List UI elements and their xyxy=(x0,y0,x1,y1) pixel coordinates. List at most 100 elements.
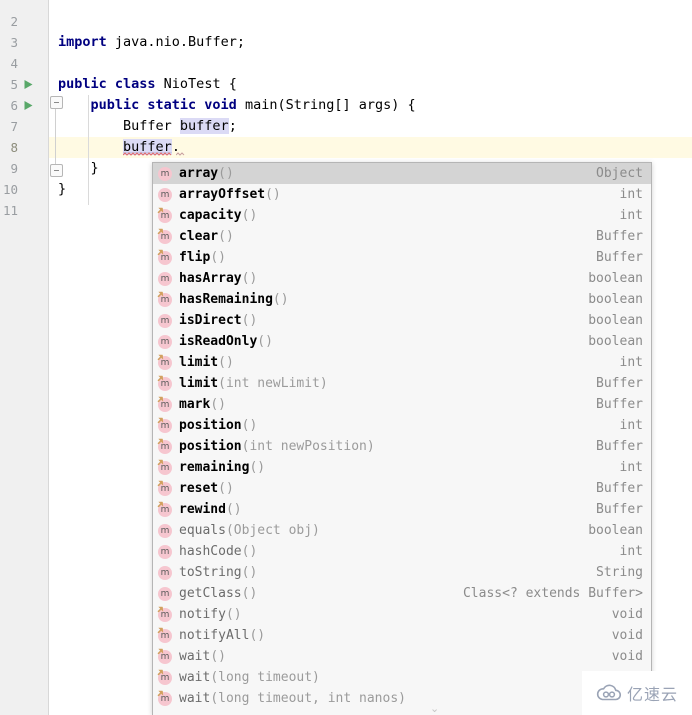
completion-item-signature: (long timeout, int nanos) xyxy=(210,691,406,706)
line-number: 9 xyxy=(10,161,18,176)
completion-item[interactable]: m limit() int xyxy=(153,352,651,373)
completion-item-signature: () xyxy=(218,481,234,496)
completion-item-name: wait xyxy=(179,691,211,706)
completion-item[interactable]: m position(int newPosition) Buffer xyxy=(153,436,651,457)
code-line[interactable]: } xyxy=(48,158,99,179)
method-icon: m xyxy=(157,670,173,686)
run-gutter-icon[interactable] xyxy=(22,74,35,95)
completion-item-signature: () xyxy=(241,208,258,223)
line-number: 3 xyxy=(10,35,18,50)
completion-item[interactable]: m getClass() Class<? extends Buffer> xyxy=(153,583,651,604)
completion-item[interactable]: m hasArray() boolean xyxy=(153,268,651,289)
completion-item[interactable]: m hasRemaining() boolean xyxy=(153,289,651,310)
completion-item[interactable]: m capacity() int xyxy=(153,205,651,226)
method-icon: m xyxy=(157,544,173,560)
completion-item-signature: () xyxy=(210,250,226,265)
completion-item[interactable]: m isDirect() boolean xyxy=(153,310,651,331)
completion-item[interactable]: m wait() void xyxy=(153,646,651,667)
method-glyph: m xyxy=(158,271,172,286)
method-icon: m xyxy=(157,355,173,371)
completion-item-label: limit() xyxy=(179,355,234,370)
completion-item-signature: () xyxy=(241,586,258,601)
completion-item-type: int xyxy=(619,544,643,559)
completion-item[interactable]: m clear() Buffer xyxy=(153,226,651,247)
method-icon: m xyxy=(157,502,173,518)
completion-item-type: boolean xyxy=(588,523,643,538)
completion-item[interactable]: m notifyAll() void xyxy=(153,625,651,646)
code-line[interactable]: public class NioTest { xyxy=(48,74,237,95)
completion-item[interactable]: m notify() void xyxy=(153,604,651,625)
editor-gutter[interactable]: 2 3 4 5 6 7 8 9 10 11 xyxy=(0,0,49,715)
completion-item-signature: (long timeout) xyxy=(210,670,320,685)
completion-item-type: Class<? extends Buffer> xyxy=(462,586,643,601)
method-icon: m xyxy=(157,523,173,539)
completion-item-name: getClass xyxy=(179,586,242,601)
code-completion-popup[interactable]: m array() Object m arrayOffset() int m capacity… xyxy=(152,162,652,715)
method-icon: m xyxy=(157,250,173,266)
completion-item-signature: () xyxy=(272,292,289,307)
error-squiggle-small-icon xyxy=(176,152,185,156)
method-icon: m xyxy=(157,586,173,602)
completion-item[interactable]: m arrayOffset() int xyxy=(153,184,651,205)
completion-item-signature: () xyxy=(241,418,258,433)
completion-item-label: reset() xyxy=(179,481,234,496)
method-glyph: m xyxy=(158,166,172,181)
method-icon: m xyxy=(157,334,173,350)
method-icon: m xyxy=(157,628,173,644)
code-line[interactable]: import java.nio.Buffer; xyxy=(48,32,245,53)
completion-item-signature: () xyxy=(241,565,258,580)
method-icon: m xyxy=(157,691,173,707)
completion-item[interactable]: m wait(long timeout, int nanos) xyxy=(153,688,651,709)
method-icon: m xyxy=(157,229,173,245)
method-icon: m xyxy=(157,439,173,455)
completion-item[interactable]: m equals(Object obj) boolean xyxy=(153,520,651,541)
method-glyph: m xyxy=(158,544,172,559)
code-token: NioTest { xyxy=(155,76,237,92)
line-number: 8 xyxy=(10,140,18,155)
completion-item-type: void xyxy=(611,649,643,664)
completion-item-name: position xyxy=(179,439,242,454)
code-line[interactable]: Buffer buffer; xyxy=(48,116,237,137)
completion-item-signature: () xyxy=(210,397,226,412)
completion-item-name: rewind xyxy=(179,502,226,517)
completion-item[interactable]: m isReadOnly() boolean xyxy=(153,331,651,352)
completion-item-label: isDirect() xyxy=(179,313,257,328)
completion-item[interactable]: m position() int xyxy=(153,415,651,436)
completion-item-name: hashCode xyxy=(179,544,242,559)
method-icon: m xyxy=(157,460,173,476)
completion-item-name: limit xyxy=(179,376,219,391)
run-gutter-icon[interactable] xyxy=(22,95,35,116)
completion-item-type: boolean xyxy=(588,334,643,349)
completion-item[interactable]: m toString() String xyxy=(153,562,651,583)
completion-item[interactable]: m rewind() Buffer xyxy=(153,499,651,520)
completion-item-name: wait xyxy=(179,649,211,664)
completion-item-label: notifyAll() xyxy=(179,628,265,643)
completion-item-signature: () xyxy=(249,460,266,475)
completion-item[interactable]: m remaining() int xyxy=(153,457,651,478)
completion-item[interactable]: m hashCode() int xyxy=(153,541,651,562)
completion-item[interactable]: m mark() Buffer xyxy=(153,394,651,415)
code-line[interactable]: public static void main(String[] args) { xyxy=(48,95,416,116)
completion-item[interactable]: m limit(int newLimit) Buffer xyxy=(153,373,651,394)
completion-item-signature: () xyxy=(265,187,281,202)
completion-item-type: Buffer xyxy=(596,439,643,454)
code-line[interactable]: } xyxy=(48,179,66,200)
completion-item-signature: () xyxy=(218,355,234,370)
completion-item[interactable]: m wait(long timeout) xyxy=(153,667,651,688)
completion-item-list[interactable]: m array() Object m arrayOffset() int m capacity… xyxy=(153,163,651,709)
method-icon: m xyxy=(157,376,173,392)
completion-item[interactable]: m flip() Buffer xyxy=(153,247,651,268)
completion-item-label: wait(long timeout) xyxy=(179,670,320,685)
completion-item-signature: () xyxy=(210,649,226,664)
method-icon: m xyxy=(157,481,173,497)
method-glyph: m xyxy=(158,313,172,328)
completion-item[interactable]: m array() Object xyxy=(153,163,651,184)
completion-item-label: arrayOffset() xyxy=(179,187,281,202)
keyword-token: public class xyxy=(58,76,156,92)
completion-item-type: boolean xyxy=(588,271,643,286)
completion-item-name: notify xyxy=(179,607,226,622)
completion-item-name: limit xyxy=(179,355,219,370)
completion-item-type: void xyxy=(611,607,643,622)
completion-item[interactable]: m reset() Buffer xyxy=(153,478,651,499)
completion-item-label: wait() xyxy=(179,649,226,664)
